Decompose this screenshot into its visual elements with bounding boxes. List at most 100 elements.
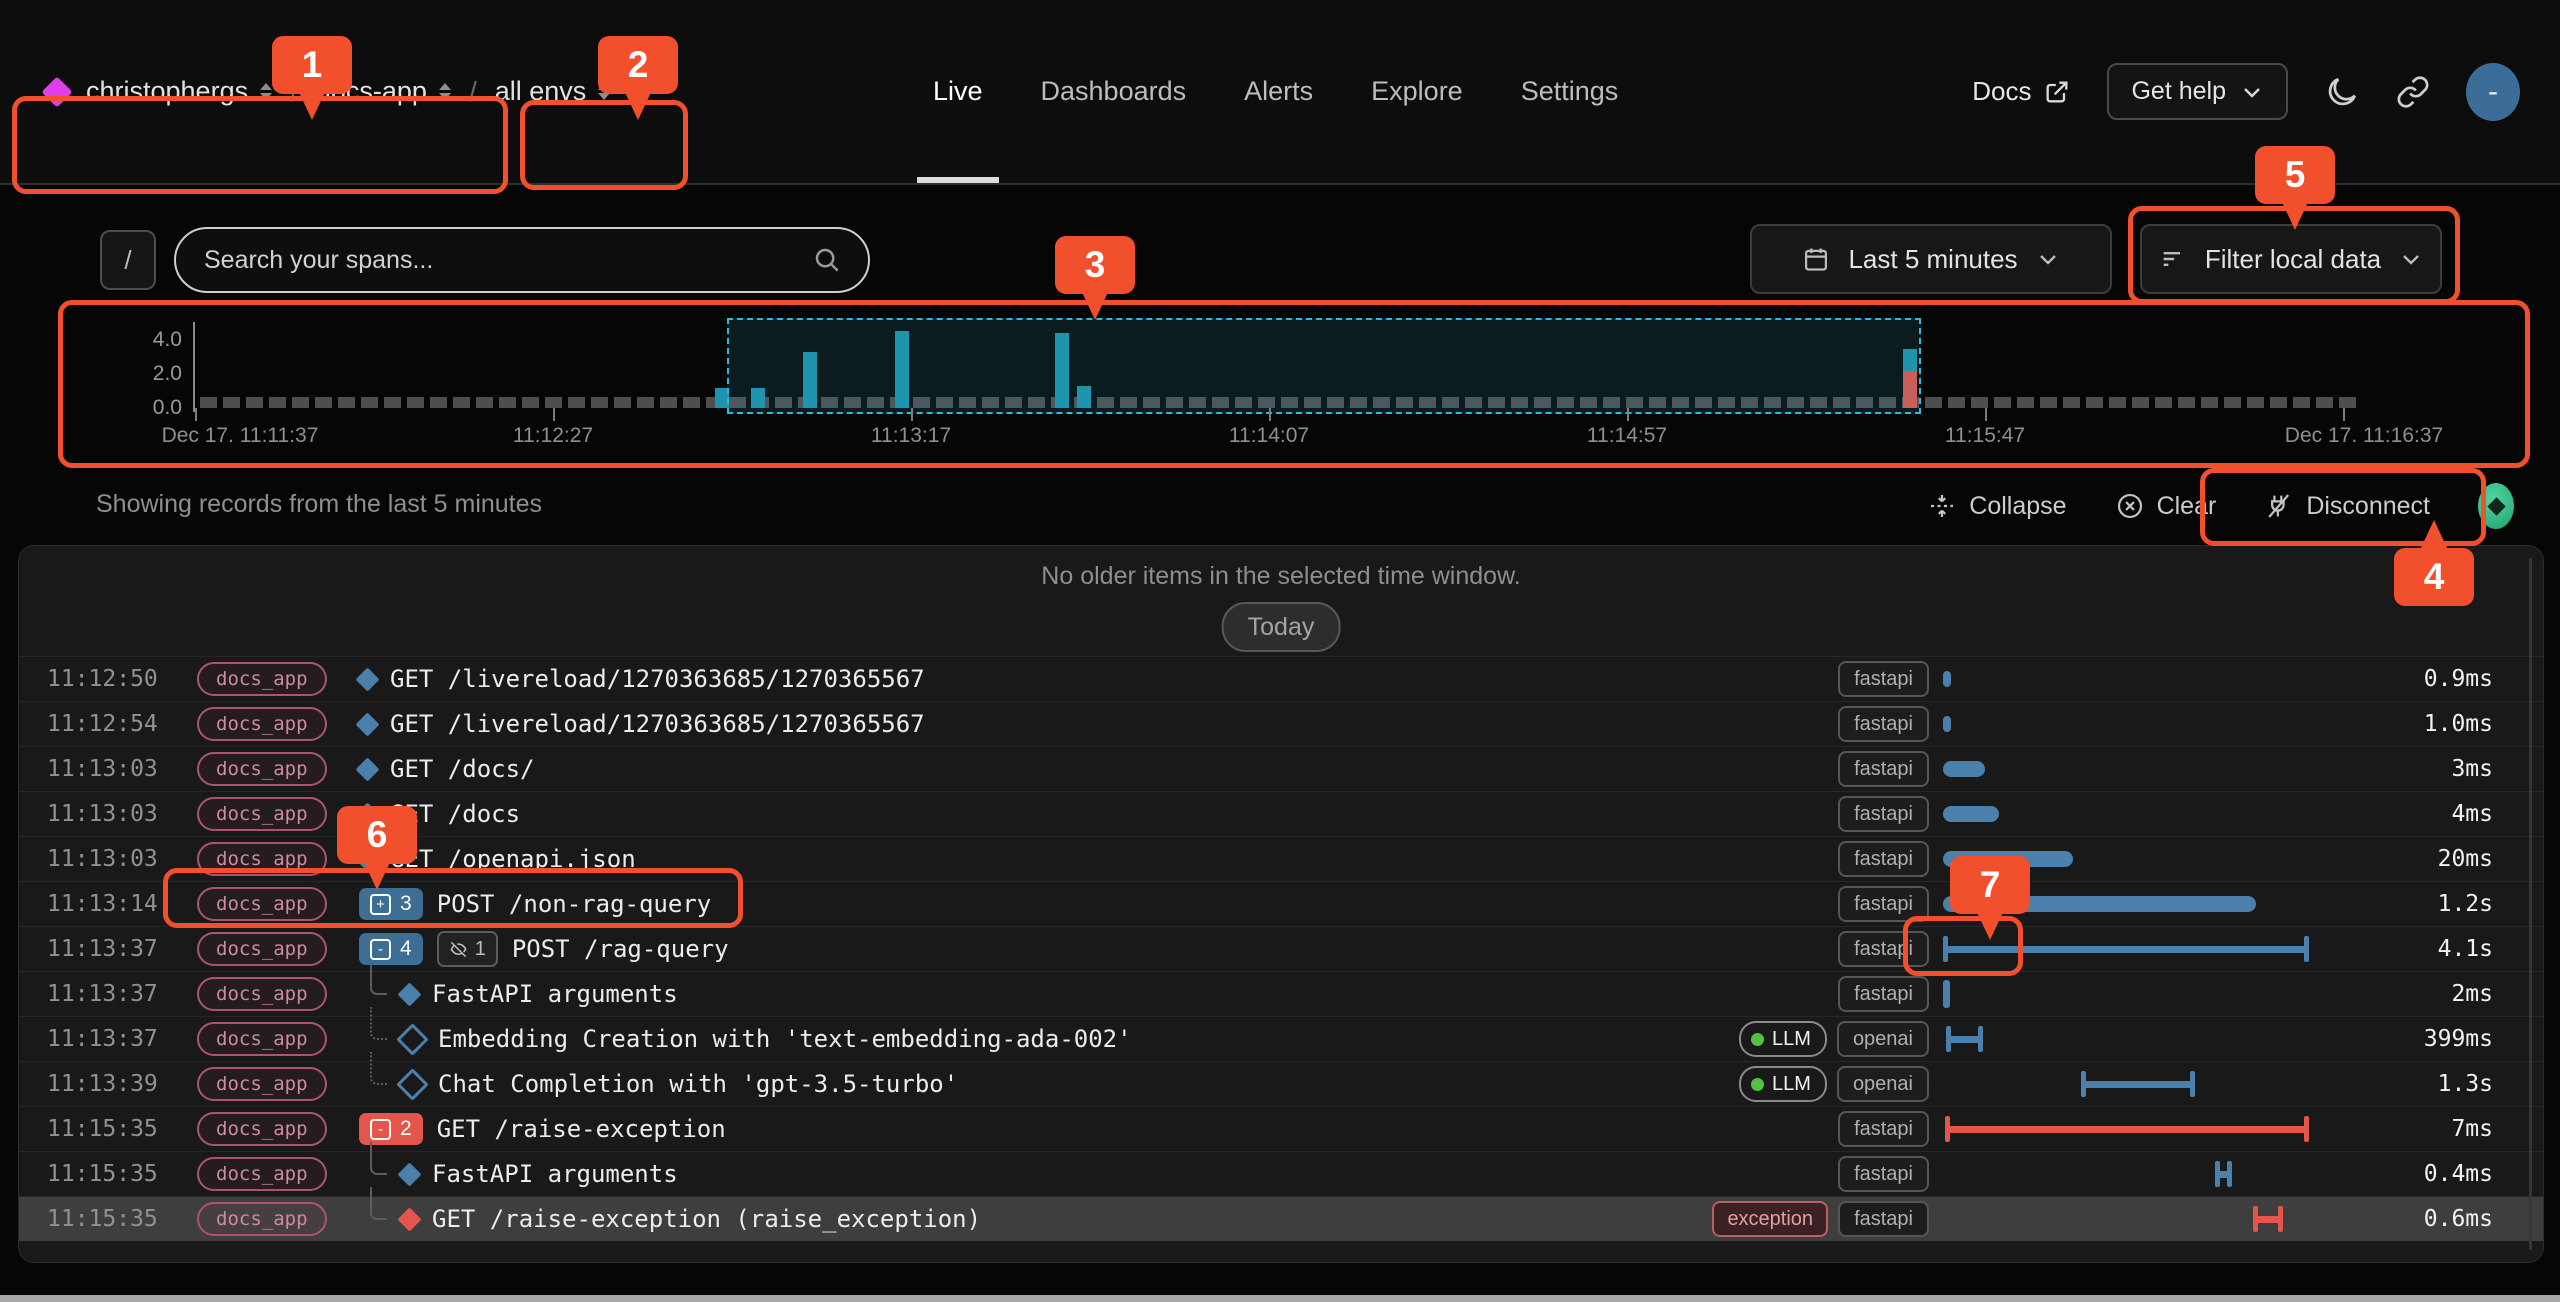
moon-icon (2324, 74, 2360, 110)
collapse-button[interactable]: Collapse (1927, 491, 2066, 521)
tree-connector (359, 1197, 387, 1241)
children-count-badge[interactable]: -4 (359, 933, 423, 965)
search-input[interactable] (202, 245, 812, 276)
theme-toggle-button[interactable] (2324, 74, 2360, 110)
span-duration: 7ms (2315, 1116, 2543, 1142)
app-badge[interactable]: docs_app (197, 1157, 327, 1191)
baseline-block (499, 397, 516, 408)
docs-link[interactable]: Docs (1972, 76, 2071, 107)
table-row[interactable]: 11:13:39docs_appChat Completion with 'gp… (19, 1061, 2543, 1106)
span-duration: 1.2s (2315, 891, 2543, 917)
clear-label: Clear (2157, 492, 2217, 521)
app-badge[interactable]: docs_app (197, 1022, 327, 1056)
baseline-block (683, 397, 700, 408)
duration-lane (1943, 1152, 2315, 1196)
span-diamond-icon (397, 982, 421, 1006)
diamond-glyph (2487, 497, 2505, 515)
search-bar[interactable] (174, 227, 870, 293)
app-badge[interactable]: docs_app (197, 1067, 327, 1101)
table-row[interactable]: 11:13:14docs_app+3POST /non-rag-queryfas… (19, 881, 2543, 926)
baseline-block (1971, 397, 1988, 408)
callout-bubble-7: 7 (1950, 856, 2030, 914)
app-badge[interactable]: docs_app (197, 1202, 327, 1236)
span-diamond-icon (355, 757, 379, 781)
copy-link-button[interactable] (2396, 75, 2430, 109)
span-name: GET /livereload/1270363685/1270365567 (390, 710, 925, 738)
tab-explore[interactable]: Explore (1371, 0, 1463, 183)
app-badge[interactable]: docs_app (197, 932, 327, 966)
tab-alerts[interactable]: Alerts (1244, 0, 1313, 183)
baseline-block (361, 397, 378, 408)
app-badge[interactable]: docs_app (197, 797, 327, 831)
baseline-block (2109, 397, 2126, 408)
baseline-block (246, 397, 263, 408)
baseline-block (2316, 397, 2333, 408)
timeline-chart[interactable]: 4.02.00.0Dec 17. 11:11:3711:12:2711:13:1… (0, 300, 2560, 465)
span-table: 11:12:50docs_appGET /livereload/12703636… (19, 656, 2543, 1241)
duration-bar (1943, 671, 1951, 687)
children-count-badge[interactable]: +3 (359, 888, 423, 920)
org-selector[interactable]: christophergs (86, 76, 272, 107)
today-button[interactable]: Today (1222, 602, 1341, 652)
table-row[interactable]: 11:15:35docs_app-2GET /raise-exceptionfa… (19, 1106, 2543, 1151)
filter-lines-icon (2159, 245, 2187, 273)
user-avatar[interactable]: - (2466, 63, 2520, 121)
app-badge[interactable]: docs_app (197, 887, 327, 921)
env-selector[interactable]: all envs (495, 76, 611, 107)
service-badge: fastapi (1838, 976, 1929, 1012)
org-name: christophergs (86, 76, 248, 107)
get-help-button[interactable]: Get help (2107, 63, 2288, 120)
table-row[interactable]: 11:12:50docs_appGET /livereload/12703636… (19, 656, 2543, 701)
live-connection-indicator[interactable] (2478, 483, 2514, 529)
duration-bar (1943, 761, 1985, 777)
duration-lane (1943, 1107, 2315, 1151)
disconnect-button[interactable]: Disconnect (2264, 491, 2430, 521)
disconnect-label: Disconnect (2306, 492, 2430, 521)
scrollbar-track[interactable] (2529, 558, 2532, 1250)
clear-button[interactable]: Clear (2115, 491, 2217, 521)
tab-dashboards[interactable]: Dashboards (1041, 0, 1187, 183)
table-row[interactable]: 11:13:03docs_appGET /docs/fastapi3ms (19, 746, 2543, 791)
span-name: POST /non-rag-query (437, 890, 712, 918)
app-badge[interactable]: docs_app (197, 842, 327, 876)
time-selection-region[interactable] (727, 318, 1921, 414)
table-row[interactable]: 11:12:54docs_app GET /livereload/12703636… (19, 701, 2543, 746)
app-badge[interactable]: docs_app (197, 707, 327, 741)
x-axis-tick (911, 408, 913, 421)
span-diamond-hollow-icon (396, 1023, 429, 1056)
hidden-spans-badge[interactable]: 1 (437, 931, 498, 967)
baseline-block (2040, 397, 2057, 408)
tab-live[interactable]: Live (933, 0, 983, 183)
baseline-block (591, 397, 608, 408)
span-name: FastAPI arguments (432, 1160, 678, 1188)
y-axis-tick-label: 2.0 (112, 362, 182, 386)
table-row[interactable]: 11:13:37docs_appEmbedding Creation with … (19, 1016, 2543, 1061)
org-logo-icon (41, 76, 72, 107)
span-name: GET /livereload/1270363685/1270365567 (390, 665, 925, 693)
green-dot-icon (1751, 1033, 1764, 1046)
children-count-badge[interactable]: -2 (359, 1113, 423, 1145)
expand-icon: + (370, 894, 391, 915)
table-row[interactable]: 11:15:35docs_appFastAPI argumentsfastapi… (19, 1151, 2543, 1196)
app-badge[interactable]: docs_app (197, 977, 327, 1011)
service-badge: fastapi (1838, 751, 1929, 787)
header-actions: Docs Get help - (1972, 0, 2520, 183)
time-range-button[interactable]: Last 5 minutes (1750, 224, 2112, 294)
span-timestamp: 11:13:14 (19, 891, 197, 917)
filter-local-data-button[interactable]: Filter local data (2140, 224, 2442, 294)
baseline-block (660, 397, 677, 408)
table-row[interactable]: 11:13:37docs_appFastAPI argumentsfastapi… (19, 971, 2543, 1016)
y-axis-line (193, 322, 195, 412)
app-badge[interactable]: docs_app (197, 752, 327, 786)
span-timestamp: 11:12:54 (19, 711, 197, 737)
baseline-block (2293, 397, 2310, 408)
app-badge[interactable]: docs_app (197, 1112, 327, 1146)
app-badge[interactable]: docs_app (197, 662, 327, 696)
tab-settings[interactable]: Settings (1521, 0, 1619, 183)
span-name: GET /docs/ (390, 755, 535, 783)
table-row[interactable]: 11:13:37docs_app-41POST /rag-queryfastap… (19, 926, 2543, 971)
span-duration: 3ms (2315, 756, 2543, 782)
callout-bubble-3: 3 (1055, 236, 1135, 294)
table-row[interactable]: 11:15:35docs_appGET /raise-exception (ra… (19, 1196, 2543, 1241)
span-diamond-icon (355, 667, 379, 691)
